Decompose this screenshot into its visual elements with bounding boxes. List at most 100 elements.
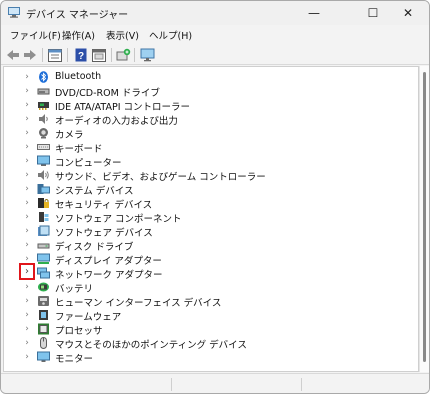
tree-item-battery[interactable]: › バッテリ — [4, 280, 418, 295]
tree-item-ide-controller[interactable]: › IDE ATA/ATAPI コントローラー — [4, 98, 418, 113]
scrollbar-thumb[interactable] — [423, 72, 426, 362]
tree-item-firmware[interactable]: › ファームウェア — [4, 308, 418, 323]
processor-icon — [37, 323, 50, 335]
tree-item-label: ディスク ドライブ — [55, 242, 134, 253]
chevron-right-icon[interactable]: › — [22, 183, 32, 195]
toolbar-separator — [111, 48, 112, 62]
chevron-right-icon[interactable]: › — [19, 263, 35, 280]
tree-item-label: オーディオの入力および出力 — [55, 116, 178, 127]
battery-icon — [37, 281, 50, 293]
tree-item-hid[interactable]: › ヒューマン インターフェイス デバイス — [4, 294, 418, 309]
firmware-icon — [37, 309, 50, 321]
tree-item-monitor[interactable]: › モニター — [4, 350, 418, 365]
menu-file[interactable]: ファイル(F) — [10, 28, 61, 42]
hid-icon — [37, 295, 50, 307]
monitor-device-icon — [37, 351, 50, 363]
chevron-right-icon[interactable]: › — [22, 197, 32, 209]
tree-item-label: ヒューマン インターフェイス デバイス — [55, 298, 222, 309]
tree-item-label: ソフトウェア デバイス — [55, 228, 153, 239]
window-title: デバイス マネージャー — [26, 10, 129, 21]
chevron-right-icon[interactable]: › — [22, 169, 32, 181]
status-divider — [301, 378, 302, 391]
device-tree[interactable]: › Bluetooth › DVD/CD-ROM ドライブ › IDE ATA/… — [3, 66, 419, 372]
chevron-right-icon[interactable]: › — [22, 85, 32, 97]
tree-item-label: バッテリ — [55, 284, 94, 295]
close-button[interactable]: ✕ — [385, 1, 429, 25]
chevron-right-icon[interactable]: › — [22, 337, 32, 349]
tree-item-bluetooth[interactable]: › Bluetooth — [4, 70, 418, 84]
tree-item-label: DVD/CD-ROM ドライブ — [55, 88, 160, 99]
chevron-right-icon[interactable]: › — [22, 127, 32, 139]
computer-icon — [37, 155, 50, 167]
device-manager-app-icon — [8, 7, 20, 18]
tree-item-security-device[interactable]: › セキュリティ デバイス — [4, 196, 418, 211]
chevron-right-icon[interactable]: › — [22, 225, 32, 237]
tree-item-system-device[interactable]: › システム デバイス — [4, 182, 418, 197]
menu-help[interactable]: ヘルプ(H) — [149, 28, 192, 42]
tree-item-sound-video[interactable]: › サウンド、ビデオ、およびゲーム コントローラー — [4, 168, 418, 183]
tree-item-label: システム デバイス — [55, 186, 134, 197]
tree-item-network-adapter[interactable]: › ネットワーク アダプター — [4, 263, 418, 281]
tree-item-label: コンピューター — [55, 158, 122, 169]
tree-item-label: ファームウェア — [55, 312, 122, 323]
tree-item-label: セキュリティ デバイス — [55, 200, 153, 211]
add-hardware-icon[interactable] — [115, 47, 131, 63]
chevron-right-icon[interactable]: › — [22, 295, 32, 307]
monitor-icon[interactable] — [139, 47, 155, 63]
tree-item-audio[interactable]: › オーディオの入力および出力 — [4, 112, 418, 127]
tree-item-label: ディスプレイ アダプター — [55, 256, 162, 267]
menu-view[interactable]: 表示(V) — [106, 28, 139, 42]
tree-item-label: ソフトウェア コンポーネント — [55, 214, 182, 225]
properties-icon[interactable] — [47, 47, 63, 63]
back-arrow-icon[interactable] — [5, 47, 21, 63]
camera-icon — [37, 127, 50, 139]
chevron-right-icon[interactable]: › — [22, 113, 32, 125]
status-divider — [171, 378, 172, 391]
status-bar — [1, 373, 429, 393]
network-adapter-icon — [37, 267, 50, 279]
help-icon[interactable]: ? — [73, 47, 89, 63]
chevron-right-icon[interactable]: › — [22, 155, 32, 167]
tree-item-software-device[interactable]: › ソフトウェア デバイス — [4, 224, 418, 239]
tree-item-label: カメラ — [55, 130, 84, 141]
chevron-right-icon[interactable]: › — [22, 239, 32, 251]
tree-item-label: モニター — [55, 354, 94, 365]
tree-item-label: マウスとそのほかのポインティング デバイス — [55, 340, 247, 351]
mouse-icon — [37, 337, 50, 349]
chevron-right-icon[interactable]: › — [22, 309, 32, 321]
tree-item-software-component[interactable]: › ソフトウェア コンポーネント — [4, 210, 418, 225]
chevron-right-icon[interactable]: › — [22, 71, 32, 83]
tree-item-label: プロセッサ — [55, 326, 103, 337]
menu-action[interactable]: 操作(A) — [62, 28, 95, 42]
chevron-right-icon[interactable]: › — [22, 99, 32, 111]
chevron-right-icon[interactable]: › — [22, 351, 32, 363]
keyboard-icon — [37, 141, 50, 153]
tree-item-label: キーボード — [55, 144, 103, 155]
chevron-right-icon[interactable]: › — [22, 141, 32, 153]
sound-video-icon — [37, 169, 50, 181]
tree-item-camera[interactable]: › カメラ — [4, 126, 418, 141]
tree-item-display-adapter[interactable]: › ディスプレイ アダプター — [4, 252, 418, 267]
chevron-right-icon[interactable]: › — [22, 323, 32, 335]
chevron-right-icon[interactable]: › — [22, 211, 32, 223]
forward-arrow-icon[interactable] — [22, 47, 38, 63]
bluetooth-icon — [37, 71, 50, 83]
vertical-scrollbar[interactable] — [419, 66, 429, 372]
toolbar-separator — [42, 48, 43, 62]
tree-item-computer[interactable]: › コンピューター — [4, 154, 418, 169]
tree-item-disk-drive[interactable]: › ディスク ドライブ — [4, 238, 418, 253]
tree-item-keyboard[interactable]: › キーボード — [4, 140, 418, 155]
toolbar: ? — [1, 45, 429, 65]
tree-item-mouse[interactable]: › マウスとそのほかのポインティング デバイス — [4, 336, 418, 351]
title-bar[interactable]: デバイス マネージャー — ☐ ✕ — [1, 1, 429, 25]
toolbar-separator — [67, 48, 68, 62]
minimize-button[interactable]: — — [291, 1, 337, 25]
device-manager-window: デバイス マネージャー — ☐ ✕ ファイル(F) 操作(A) 表示(V) ヘル… — [0, 0, 430, 394]
update-driver-icon[interactable] — [91, 47, 107, 63]
chevron-right-icon[interactable]: › — [22, 281, 32, 293]
audio-icon — [37, 113, 50, 125]
security-device-icon — [37, 197, 50, 209]
tree-item-dvd-drive[interactable]: › DVD/CD-ROM ドライブ — [4, 84, 418, 99]
tree-item-processor[interactable]: › プロセッサ — [4, 322, 418, 337]
software-component-icon — [37, 211, 50, 223]
